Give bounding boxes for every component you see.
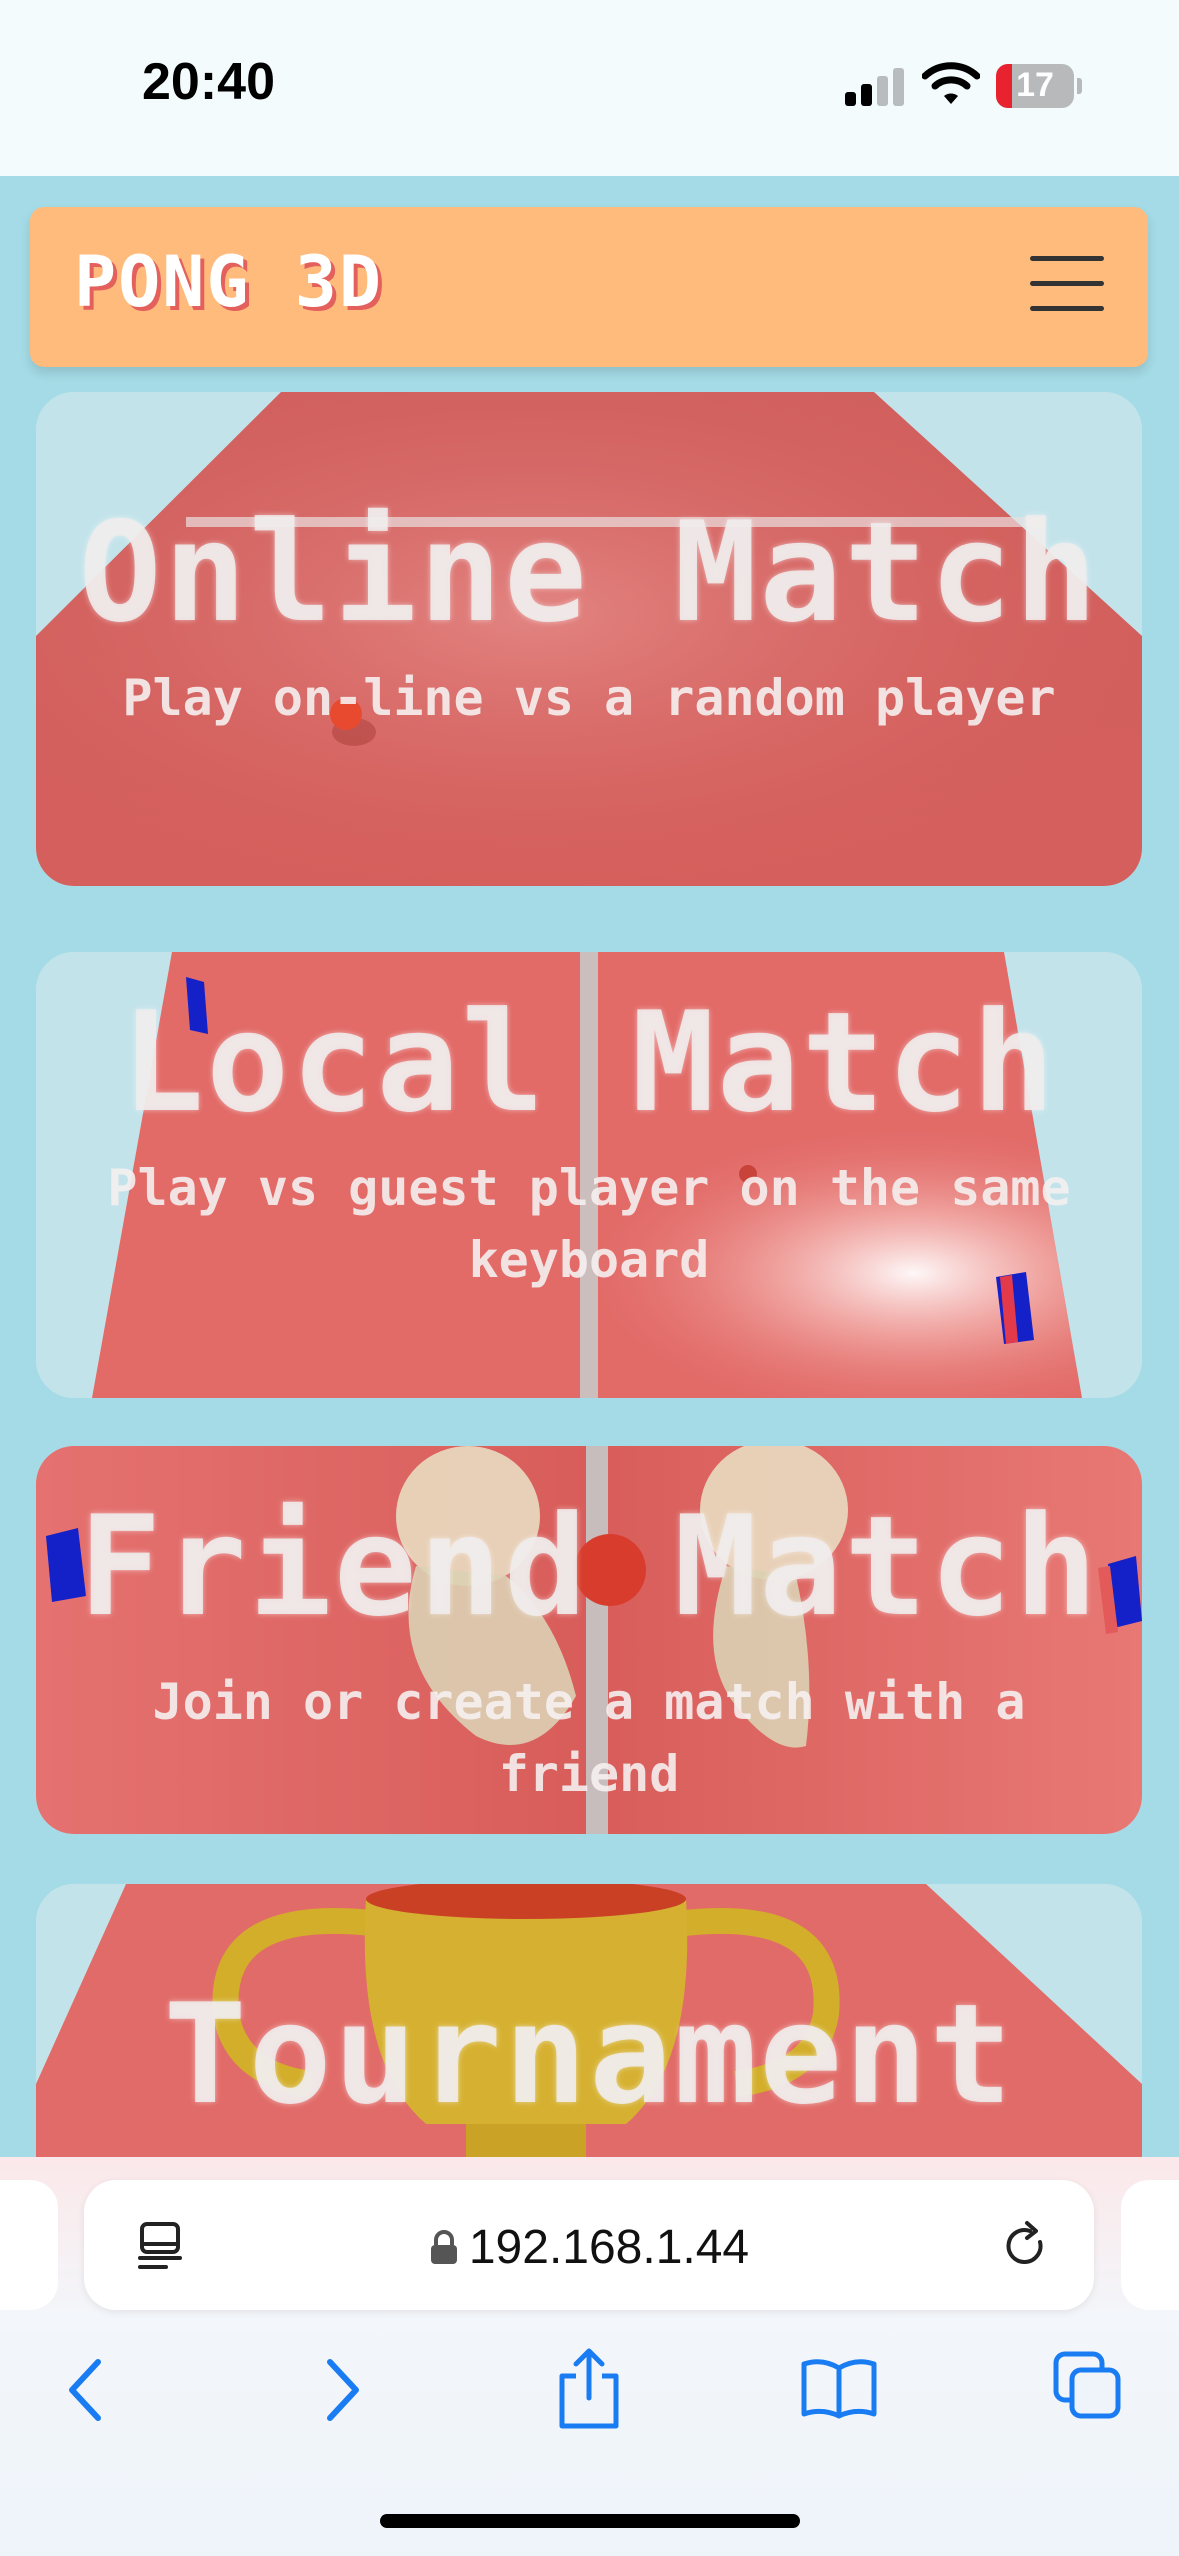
friend-match-card[interactable]: Friend Match Join or create a match with…	[36, 1446, 1142, 1834]
forward-icon[interactable]	[318, 2356, 368, 2424]
next-tab-preview[interactable]	[1121, 2180, 1179, 2310]
home-indicator	[380, 2514, 800, 2528]
card-title: Tournament	[163, 1974, 1015, 2135]
status-time: 20:40	[142, 53, 275, 111]
wifi-icon	[922, 62, 980, 104]
battery-level: 17	[1016, 66, 1054, 104]
back-icon[interactable]	[62, 2356, 112, 2424]
card-description: Join or create a match with a friend	[152, 1673, 1026, 1803]
app-header: PONG 3D	[30, 207, 1148, 367]
status-bar: 20:40 17	[0, 0, 1179, 176]
url-value: 192.168.1.44	[468, 2221, 750, 2274]
url-text[interactable]: 192.168.1.44	[84, 2220, 1094, 2275]
previous-tab-preview[interactable]	[0, 2180, 58, 2310]
card-description: Play on-line vs a random player	[122, 669, 1056, 727]
battery-cap	[1077, 78, 1082, 94]
online-match-card[interactable]: Online Match Play on-line vs a random pl…	[36, 392, 1142, 886]
cellular-signal-icon	[845, 66, 905, 106]
card-title: Friend Match	[78, 1486, 1100, 1647]
battery-icon: 17	[996, 64, 1074, 108]
bookmarks-icon[interactable]	[800, 2356, 878, 2420]
tabs-icon[interactable]	[1052, 2350, 1124, 2422]
app-logo[interactable]: PONG 3D	[74, 241, 383, 323]
local-match-card[interactable]: Local Match Play vs guest player on the …	[36, 952, 1142, 1398]
address-bar[interactable]: 192.168.1.44	[84, 2180, 1094, 2310]
card-title: Local Match	[121, 982, 1057, 1143]
hamburger-menu-icon[interactable]	[1030, 256, 1104, 312]
share-icon[interactable]	[554, 2346, 624, 2430]
card-title: Online Match	[78, 492, 1100, 653]
lock-icon	[430, 2230, 457, 2264]
card-description: Play vs guest player on the same keyboar…	[107, 1159, 1071, 1289]
reload-icon[interactable]	[1000, 2220, 1052, 2272]
